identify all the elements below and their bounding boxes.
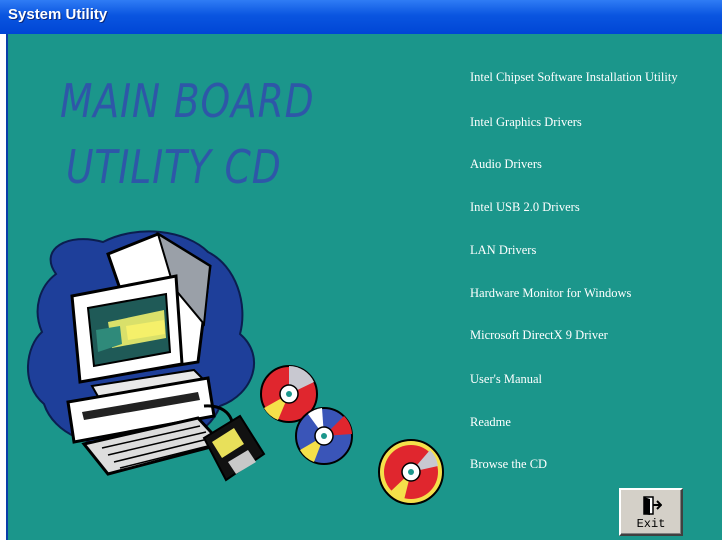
cd-disc-2: [295, 407, 353, 465]
title-bar[interactable]: System Utility: [0, 0, 722, 34]
menu-item-users-manual[interactable]: User's Manual: [470, 372, 542, 387]
menu-item-intel-usb[interactable]: Intel USB 2.0 Drivers: [470, 200, 580, 215]
window-title: System Utility: [8, 6, 108, 23]
menu-item-directx[interactable]: Microsoft DirectX 9 Driver: [470, 328, 608, 343]
computer-illustration: [27, 230, 444, 505]
menu-item-lan-drivers[interactable]: LAN Drivers: [470, 243, 536, 258]
menu-item-readme[interactable]: Readme: [470, 415, 511, 430]
exit-button[interactable]: Exit: [619, 488, 683, 536]
menu-item-audio-drivers[interactable]: Audio Drivers: [470, 157, 542, 172]
application-window: System Utility MAIN BOARD UTILITY CD Int…: [0, 0, 722, 540]
menu-item-intel-chipset[interactable]: Intel Chipset Software Installation Util…: [470, 70, 678, 85]
menu-item-hardware-monitor[interactable]: Hardware Monitor for Windows: [470, 286, 631, 301]
menu-item-intel-graphics[interactable]: Intel Graphics Drivers: [470, 115, 582, 130]
exit-door-icon: [643, 496, 662, 515]
cd-disc-3: [378, 439, 444, 505]
main-panel: MAIN BOARD UTILITY CD Intel Chipset Soft…: [6, 34, 722, 540]
menu-item-browse-cd[interactable]: Browse the CD: [470, 457, 547, 472]
exit-button-label: Exit: [636, 517, 666, 531]
